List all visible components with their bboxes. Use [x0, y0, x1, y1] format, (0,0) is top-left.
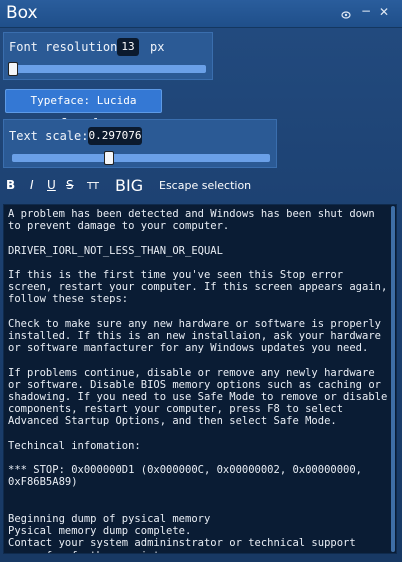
- big-button[interactable]: BIG: [115, 176, 143, 195]
- scrollbar-thumb[interactable]: [391, 206, 395, 552]
- underline-button[interactable]: U: [47, 178, 56, 192]
- typeface-button[interactable]: Typeface: Lucida Console: [5, 89, 162, 129]
- escape-selection-button[interactable]: Escape selection: [159, 179, 251, 192]
- scrollbar[interactable]: [391, 206, 395, 552]
- text-scale-label: Text scale:: [9, 129, 89, 143]
- italic-button[interactable]: I: [30, 178, 34, 192]
- font-resolution-panel: Font resolution: 13 px: [3, 32, 213, 80]
- text-scale-slider-track[interactable]: [12, 154, 270, 162]
- text-scale-value[interactable]: 0.297076: [88, 127, 142, 145]
- text-editor[interactable]: A problem has been detected and Windows …: [3, 204, 397, 554]
- bold-button[interactable]: B: [6, 178, 15, 192]
- window-title: Box: [6, 3, 38, 23]
- minimize-icon[interactable]: −: [361, 4, 371, 18]
- small-caps-button[interactable]: TT: [87, 181, 99, 192]
- strikethrough-button[interactable]: S: [66, 178, 74, 192]
- eye-icon[interactable]: [341, 8, 351, 22]
- font-resolution-slider-track[interactable]: [10, 65, 206, 73]
- font-resolution-label: Font resolution:: [9, 40, 125, 54]
- font-resolution-unit: px: [150, 40, 165, 54]
- font-resolution-value[interactable]: 13: [117, 38, 139, 56]
- title-bar: Box − ✕: [0, 0, 402, 28]
- font-resolution-slider-thumb[interactable]: [8, 62, 18, 76]
- text-scale-panel: Text scale: 0.297076: [3, 119, 277, 168]
- text-scale-slider-thumb[interactable]: [103, 151, 114, 165]
- close-icon[interactable]: ✕: [379, 5, 389, 19]
